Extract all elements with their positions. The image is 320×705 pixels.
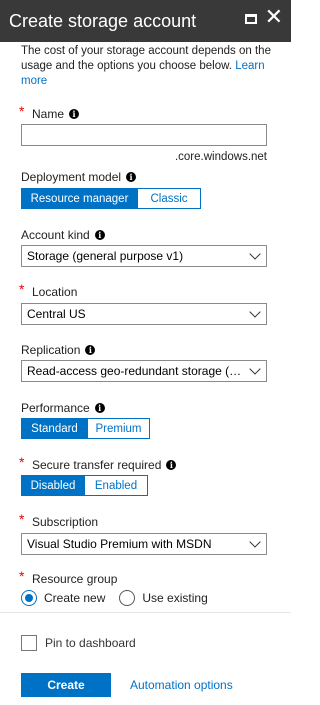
radio-use-existing[interactable] <box>119 590 136 606</box>
page-title: Create storage account <box>9 10 197 31</box>
deployment-model-label-text: Deployment model <box>21 170 122 184</box>
deployment-model-toggle: Resource manager Classic <box>21 188 201 209</box>
performance-premium-button[interactable]: Premium <box>88 418 150 439</box>
cost-description-text: The cost of your storage account depends… <box>21 45 271 72</box>
required-marker: * <box>19 454 25 470</box>
performance-label: Performance i <box>21 401 105 415</box>
replication-label: Replication i <box>21 343 96 357</box>
secure-transfer-label-text: Secure transfer required <box>32 458 162 472</box>
info-icon[interactable]: i <box>126 172 137 182</box>
account-kind-value: Storage (general purpose v1) <box>27 249 184 263</box>
location-label: * Location <box>19 281 78 299</box>
cost-description: The cost of your storage account depends… <box>21 44 276 89</box>
blade-header: Create storage account ✕ <box>0 0 291 42</box>
radio-create-new[interactable] <box>21 590 37 606</box>
chevron-down-icon <box>249 536 261 548</box>
deployment-model-label: Deployment model i <box>21 170 137 184</box>
info-icon[interactable]: i <box>69 109 80 119</box>
footer-divider <box>0 612 291 613</box>
name-label-text: Name <box>32 107 65 121</box>
name-input[interactable] <box>21 124 267 146</box>
account-kind-select[interactable]: Storage (general purpose v1) <box>21 245 267 267</box>
location-value: Central US <box>27 307 86 321</box>
info-icon[interactable]: i <box>85 345 96 355</box>
required-marker: * <box>19 568 25 584</box>
resource-group-label: * Resource group <box>19 568 118 586</box>
account-kind-label: Account kind i <box>21 228 105 242</box>
name-suffix: .core.windows.net <box>174 151 267 163</box>
replication-label-text: Replication <box>21 343 81 357</box>
required-marker: * <box>19 281 25 297</box>
secure-transfer-enabled-button[interactable]: Enabled <box>85 475 148 496</box>
pin-to-dashboard-label[interactable]: Pin to dashboard <box>45 636 136 650</box>
replication-value: Read-access geo-redundant storage (R... <box>27 364 244 378</box>
resource-group-label-text: Resource group <box>32 572 118 586</box>
location-label-text: Location <box>32 285 78 299</box>
subscription-label: * Subscription <box>19 511 99 529</box>
pin-to-dashboard-checkbox[interactable] <box>21 635 37 651</box>
chevron-down-icon <box>249 306 261 318</box>
chevron-down-icon <box>249 363 261 375</box>
subscription-select[interactable]: Visual Studio Premium with MSDN <box>21 533 267 555</box>
secure-transfer-label: * Secure transfer required i <box>19 454 177 472</box>
name-label: * Name i <box>19 103 80 121</box>
performance-toggle: Standard Premium <box>21 418 150 439</box>
info-icon[interactable]: i <box>94 403 105 413</box>
create-button[interactable]: Create <box>21 673 111 697</box>
resource-group-radios: Create new Use existing <box>21 590 222 606</box>
deployment-classic-button[interactable]: Classic <box>138 188 201 209</box>
chevron-down-icon <box>249 248 261 260</box>
required-marker: * <box>19 511 25 527</box>
secure-transfer-disabled-button[interactable]: Disabled <box>21 475 85 496</box>
info-icon[interactable]: i <box>166 460 177 470</box>
replication-select[interactable]: Read-access geo-redundant storage (R... <box>21 360 267 382</box>
window-controls: ✕ <box>244 7 283 29</box>
maximize-icon[interactable] <box>244 13 257 24</box>
required-marker: * <box>19 103 25 119</box>
secure-transfer-toggle: Disabled Enabled <box>21 475 148 496</box>
info-icon[interactable]: i <box>94 230 105 240</box>
location-select[interactable]: Central US <box>21 303 267 325</box>
automation-options-link[interactable]: Automation options <box>130 678 233 692</box>
radio-use-existing-label[interactable]: Use existing <box>142 591 207 605</box>
account-kind-label-text: Account kind <box>21 228 90 242</box>
performance-label-text: Performance <box>21 401 90 415</box>
pin-to-dashboard-row[interactable]: Pin to dashboard <box>21 635 136 651</box>
performance-standard-button[interactable]: Standard <box>21 418 88 439</box>
subscription-label-text: Subscription <box>32 515 99 529</box>
subscription-value: Visual Studio Premium with MSDN <box>27 537 212 551</box>
deployment-resource-manager-button[interactable]: Resource manager <box>21 188 138 209</box>
radio-create-new-label[interactable]: Create new <box>44 591 105 605</box>
close-icon[interactable]: ✕ <box>265 7 283 29</box>
